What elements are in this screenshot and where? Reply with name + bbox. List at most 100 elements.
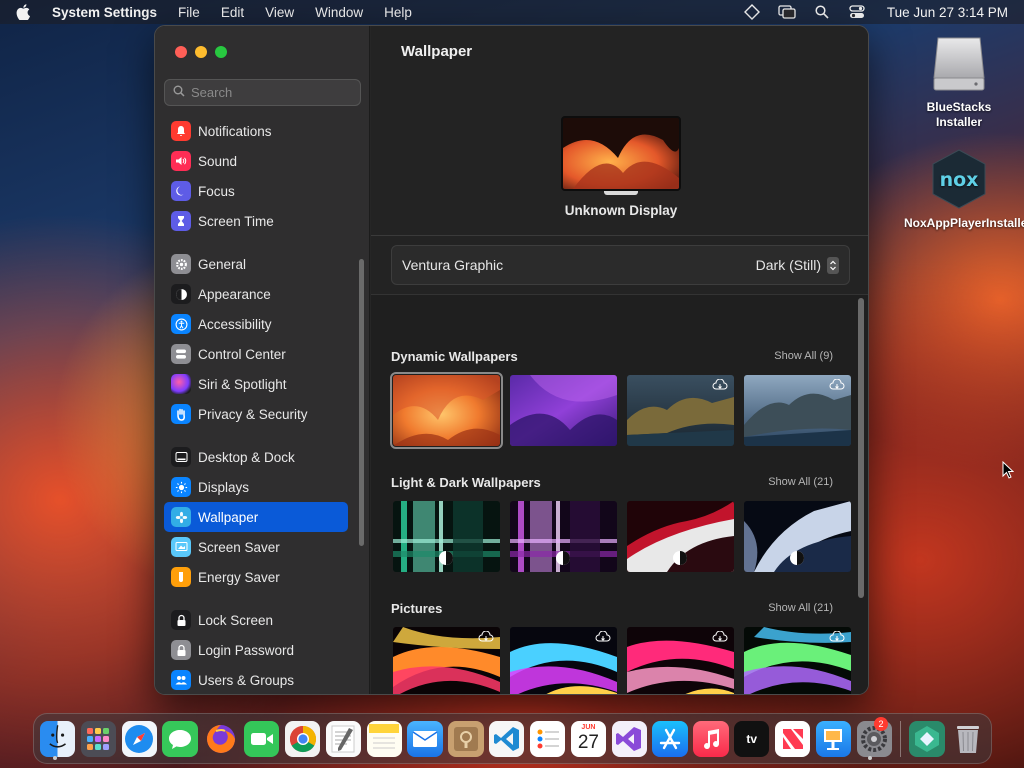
menu-view[interactable]: View — [265, 5, 294, 20]
dock-vscode-icon[interactable] — [489, 720, 525, 757]
dock: JUN 27 tv — [33, 713, 992, 764]
siri-icon — [171, 374, 191, 394]
dock-launchpad-icon[interactable] — [80, 720, 117, 757]
screen-mirroring-icon[interactable] — [778, 4, 796, 20]
spotlight-search-icon[interactable] — [813, 4, 831, 20]
sidebar-item-appearance[interactable]: Appearance — [164, 279, 348, 309]
dock-notes-icon[interactable] — [366, 720, 402, 757]
dock-keynote-icon[interactable] — [815, 720, 852, 757]
svg-text:nox: nox — [940, 169, 979, 191]
desktop-icon-nox[interactable]: nox NoxAppPlayerInstaller — [904, 148, 1024, 231]
dock-textedit-icon[interactable] — [325, 720, 362, 757]
calendar-month: JUN — [581, 724, 596, 731]
dock-app-store-icon[interactable] — [652, 720, 688, 757]
lock-icon — [171, 610, 191, 630]
dock-firefox-icon[interactable] — [203, 721, 238, 757]
sidebar-item-lock-screen[interactable]: Lock Screen — [164, 605, 348, 635]
show-all-light-dark-button[interactable]: Show All (21) — [741, 476, 833, 488]
desktop-icon-label: NoxAppPlayerInstaller — [904, 216, 1024, 230]
section-title-pictures: Pictures — [391, 601, 443, 616]
bell-icon — [171, 121, 191, 141]
sidebar-item-sound[interactable]: Sound — [164, 146, 348, 176]
sidebar-item-notifications[interactable]: Notifications — [164, 116, 348, 146]
menu-clock[interactable]: Tue Jun 27 3:14 PM — [887, 5, 1008, 20]
cloud-download-icon — [712, 378, 728, 391]
cloud-download-icon — [829, 378, 845, 391]
show-all-dynamic-button[interactable]: Show All (9) — [741, 350, 833, 362]
dock-chrome-icon[interactable] — [284, 720, 321, 757]
sidebar-item-login-password[interactable]: Login Password — [164, 635, 348, 665]
dock-facetime-icon[interactable] — [244, 720, 280, 757]
sidebar-item-wallpaper[interactable]: Wallpaper — [164, 502, 348, 532]
show-all-pictures-button[interactable]: Show All (21) — [741, 602, 833, 614]
sidebar-item-displays[interactable]: Displays — [164, 472, 348, 502]
wallpaper-thumbnail-pink-swirl[interactable] — [627, 627, 734, 694]
dock-visual-studio-icon[interactable] — [611, 720, 647, 757]
search-field[interactable] — [164, 79, 361, 106]
sidebar-item-label: Users & Groups — [198, 672, 295, 688]
sidebar-item-accessibility[interactable]: Accessibility — [164, 309, 348, 339]
menu-help[interactable]: Help — [384, 5, 412, 20]
display-stand — [604, 191, 638, 195]
dock-bluestacks-icon[interactable] — [909, 720, 945, 757]
wallpaper-thumbnail-red-ribbon[interactable] — [627, 501, 734, 572]
dock-music-icon[interactable] — [693, 720, 729, 757]
minimize-button[interactable] — [195, 46, 207, 58]
key-lock-icon — [171, 640, 191, 660]
appearance-mode-popup[interactable]: Dark (Still) — [756, 256, 839, 274]
sidebar-item-label: General — [198, 256, 247, 272]
diamond-status-icon[interactable] — [743, 4, 761, 20]
settings-badge: 2 — [874, 717, 888, 731]
light-dark-toggle-icon — [790, 551, 804, 565]
sidebar-item-label: Siri & Spotlight — [198, 376, 287, 392]
sidebar-item-desktop-dock[interactable]: Desktop & Dock — [164, 442, 348, 472]
wallpaper-thumbnail-blue-ribbon[interactable] — [744, 501, 851, 572]
cloud-download-icon — [478, 630, 494, 643]
wallpaper-thumbnail-purple-glass[interactable] — [510, 501, 617, 572]
dock-calendar-icon[interactable]: JUN 27 — [570, 720, 607, 757]
wallpaper-thumbnail-catalina-coast[interactable] — [627, 375, 734, 446]
dock-news-icon[interactable] — [774, 720, 811, 757]
apple-menu-icon[interactable] — [16, 4, 34, 20]
sidebar-item-screen-time[interactable]: Screen Time — [164, 206, 348, 236]
gallery-scrollbar[interactable] — [858, 298, 864, 598]
sidebar-item-label: Privacy & Security — [198, 406, 308, 422]
sidebar-item-energy-saver[interactable]: Energy Saver — [164, 562, 348, 592]
wallpaper-thumbnail-ventura[interactable] — [390, 372, 503, 449]
control-center-icon[interactable] — [848, 4, 866, 20]
zoom-button[interactable] — [215, 46, 227, 58]
wallpaper-thumbnail-catalina-island[interactable] — [744, 375, 851, 446]
dock-mail-icon[interactable] — [407, 720, 443, 757]
users-icon — [171, 670, 191, 690]
menu-file[interactable]: File — [178, 5, 200, 20]
close-button[interactable] — [175, 46, 187, 58]
desktop-icon-bluestacks[interactable]: BlueStacks Installer — [904, 34, 1014, 130]
sidebar-item-siri-spotlight[interactable]: Siri & Spotlight — [164, 369, 348, 399]
dock-safari-icon[interactable] — [121, 720, 157, 757]
dock-finder-icon[interactable] — [40, 720, 76, 757]
wallpaper-selector: Ventura Graphic Dark (Still) — [391, 245, 850, 285]
dock-reminders-icon[interactable] — [529, 720, 566, 757]
search-input[interactable] — [191, 85, 351, 100]
speaker-icon — [171, 151, 191, 171]
sidebar-scrollbar[interactable] — [359, 259, 364, 546]
dock-tv-icon[interactable]: tv — [734, 720, 770, 757]
sidebar-item-users-groups[interactable]: Users & Groups — [164, 665, 348, 694]
wallpaper-thumbnail-monterey[interactable] — [510, 375, 617, 446]
sidebar-item-focus[interactable]: Focus — [164, 176, 348, 206]
dock-trash-icon[interactable] — [950, 721, 985, 757]
menu-app-name[interactable]: System Settings — [52, 5, 157, 20]
wallpaper-thumbnail-blue-swirl[interactable] — [510, 627, 617, 694]
battery-icon — [171, 567, 191, 587]
wallpaper-thumbnail-green-glass[interactable] — [393, 501, 500, 572]
sidebar-item-general[interactable]: General — [164, 249, 348, 279]
menu-edit[interactable]: Edit — [221, 5, 244, 20]
dock-keychain-icon[interactable] — [448, 720, 484, 757]
sidebar-item-screen-saver[interactable]: Screen Saver — [164, 532, 348, 562]
sidebar-item-privacy-security[interactable]: Privacy & Security — [164, 399, 348, 429]
sidebar-item-control-center[interactable]: Control Center — [164, 339, 348, 369]
dock-messages-icon[interactable] — [162, 720, 198, 757]
menu-window[interactable]: Window — [315, 5, 363, 20]
wallpaper-thumbnail-green-swirl[interactable] — [744, 627, 851, 694]
wallpaper-thumbnail-orange-swirl[interactable] — [393, 627, 500, 694]
